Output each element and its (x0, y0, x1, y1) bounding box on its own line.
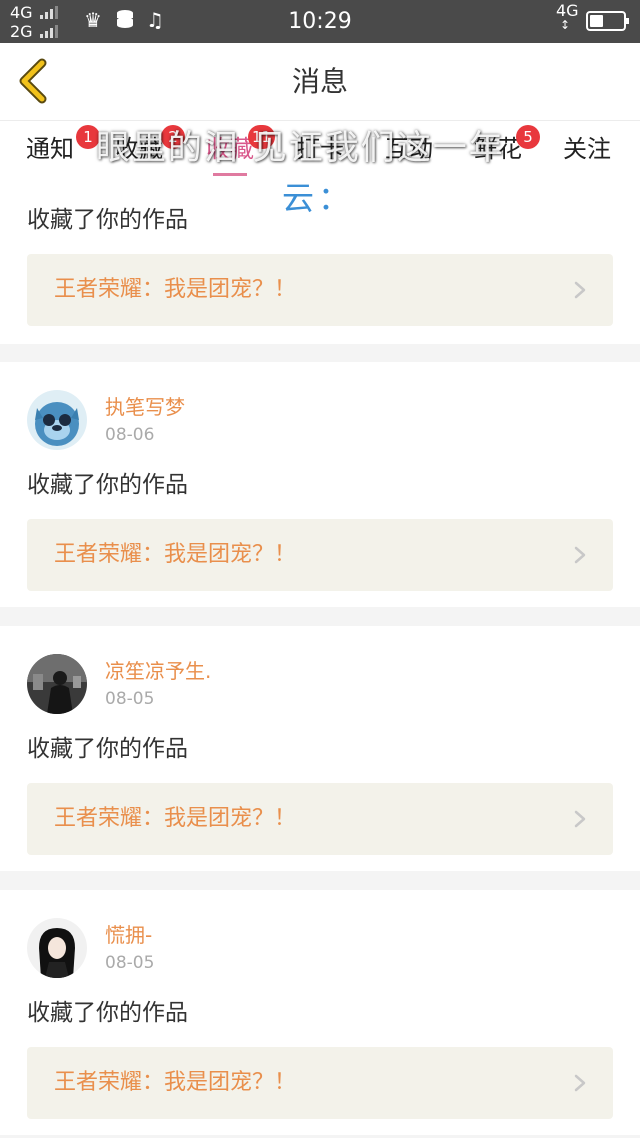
work-title: 王者荣耀：我是团宠？！ (54, 542, 297, 567)
battery-icon (586, 11, 629, 31)
overlay-caption: 眼里的泪 见证我们这一年 (96, 128, 505, 168)
action-text: 收藏了你的作品 (27, 736, 188, 762)
notification-date: 08-05 (105, 689, 155, 709)
chevron-right-icon (574, 546, 586, 564)
work-link[interactable]: 王者荣耀：我是团宠？！ (27, 254, 613, 326)
avatar[interactable] (27, 918, 87, 978)
network-type-right: 4G (556, 1, 579, 20)
notification-date: 08-05 (105, 953, 155, 973)
user-name[interactable]: 执笔写梦 (105, 394, 185, 420)
work-link[interactable]: 王者荣耀：我是团宠？！ (27, 783, 613, 855)
notification-card: 凉笙凉予生. 08-05 收藏了你的作品 王者荣耀：我是团宠？！ (0, 626, 640, 871)
chevron-right-icon (574, 281, 586, 299)
overlay-caption-line2: 云： (282, 179, 355, 217)
chevron-right-icon (574, 1074, 586, 1092)
tab-follow[interactable]: 关注 (563, 133, 611, 165)
work-title: 王者荣耀：我是团宠？！ (54, 806, 297, 831)
work-link[interactable]: 王者荣耀：我是团宠？！ (27, 1047, 613, 1119)
user-name[interactable]: 凉笙凉予生. (105, 658, 211, 684)
work-link[interactable]: 王者荣耀：我是团宠？！ (27, 519, 613, 591)
clock: 10:29 (288, 9, 352, 34)
notification-card: 执笔写梦 08-06 收藏了你的作品 王者荣耀：我是团宠？！ (0, 362, 640, 607)
app-header: 消息 (0, 43, 640, 121)
chevron-right-icon (574, 810, 586, 828)
active-tab-indicator (213, 173, 247, 176)
user-name[interactable]: 慌拥- (105, 922, 152, 948)
tab-label: 通知 (26, 135, 74, 163)
avatar[interactable] (27, 654, 87, 714)
action-text: 收藏了你的作品 (27, 1000, 188, 1026)
notification-card: 慌拥- 08-05 收藏了你的作品 王者荣耀：我是团宠？！ (0, 890, 640, 1135)
action-text: 收藏了你的作品 (27, 207, 188, 233)
tab-label: 关注 (563, 135, 611, 163)
notification-date: 08-06 (105, 425, 155, 445)
page-title: 消息 (291, 65, 348, 98)
signal-icon-right: ↕ (560, 18, 571, 32)
action-text: 收藏了你的作品 (27, 472, 188, 498)
unread-badge: 5 (516, 125, 540, 149)
status-bar: 4G 2G ♛ ♫ 10:29 4G ↕ (0, 0, 640, 43)
avatar[interactable] (27, 390, 87, 450)
work-title: 王者荣耀：我是团宠？！ (54, 1070, 297, 1095)
work-title: 王者荣耀：我是团宠？！ (54, 277, 297, 302)
tab-notify[interactable]: 通知 1 (26, 125, 100, 165)
